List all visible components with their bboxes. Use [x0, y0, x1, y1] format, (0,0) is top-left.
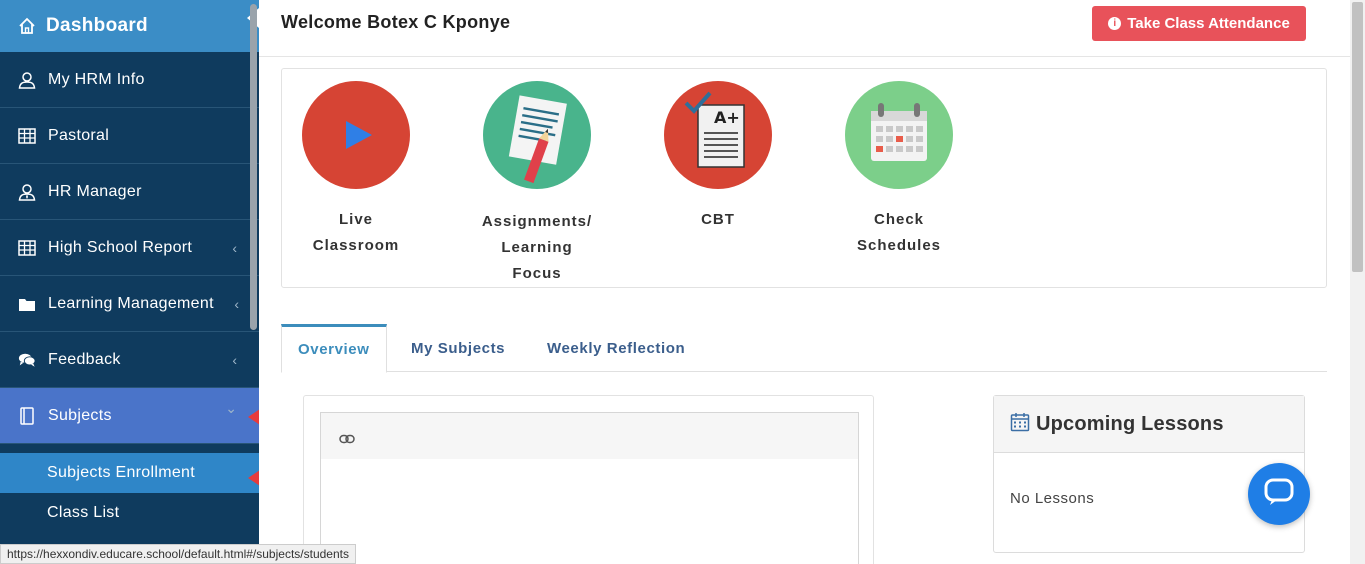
tab-overview[interactable]: Overview	[281, 324, 387, 373]
top-bar: Welcome Botex C Kponye i Take Class Atte…	[259, 0, 1350, 57]
folder-icon	[18, 295, 36, 313]
sidebar-item-label: Dashboard	[46, 15, 148, 36]
book-icon	[18, 406, 36, 425]
sidebar-item-dashboard[interactable]: Dashboard	[0, 0, 259, 52]
quick-link-label: Assignments/ Learning Focus	[467, 209, 607, 287]
main-content: Welcome Botex C Kponye i Take Class Atte…	[259, 0, 1350, 564]
sidebar-item-label: HR Manager	[48, 182, 142, 200]
chevron-left-icon: ‹	[232, 239, 237, 256]
link-icon[interactable]	[339, 431, 355, 449]
chevron-left-icon: ‹	[234, 295, 239, 312]
chat-button[interactable]	[1248, 463, 1310, 525]
status-bar-url: https://hexxondiv.educare.school/default…	[0, 544, 356, 564]
label-line: CBT	[701, 211, 735, 228]
calendar-icon	[1010, 412, 1030, 437]
sidebar-item-label: My HRM Info	[48, 70, 145, 88]
play-icon	[302, 81, 410, 189]
sidebar-item-label: High School Report	[48, 238, 193, 256]
tab-weekly-reflection[interactable]: Weekly Reflection	[531, 324, 701, 372]
label-line: Assignments/	[481, 213, 593, 230]
overview-panel	[303, 395, 874, 564]
label-line: Live	[338, 211, 373, 228]
table-icon	[18, 127, 36, 145]
sidebar-subitem-subjects-enrollment[interactable]: Subjects Enrollment	[0, 453, 259, 493]
chevron-left-icon: ‹	[232, 351, 237, 368]
sidebar-item-learning-management[interactable]: Learning Management ‹	[0, 276, 259, 332]
home-icon	[18, 17, 36, 35]
quick-link-cbt[interactable]: A+ CBT	[648, 81, 788, 233]
svg-text:A+: A+	[714, 108, 740, 127]
label-line: Check	[873, 211, 925, 228]
take-class-attendance-button[interactable]: i Take Class Attendance	[1092, 6, 1306, 41]
sidebar-item-my-hrm-info[interactable]: My HRM Info	[0, 52, 259, 108]
overview-inner-header	[321, 413, 858, 459]
chevron-down-icon: ⌄	[225, 400, 237, 416]
tab-bar: Overview My Subjects Weekly Reflection	[281, 324, 1327, 373]
quick-link-label: CBT	[648, 207, 788, 233]
sidebar: Dashboard My HRM Info Pastoral HR Manage…	[0, 0, 259, 564]
upcoming-lessons-title: Upcoming Lessons	[1036, 412, 1224, 435]
quick-link-live-classroom[interactable]: Live Classroom	[286, 81, 426, 259]
button-label: Take Class Attendance	[1127, 15, 1290, 32]
sidebar-item-label: Learning Management	[48, 294, 214, 312]
assignment-paper-icon	[483, 81, 591, 189]
tab-my-subjects[interactable]: My Subjects	[395, 324, 521, 372]
table-icon	[18, 239, 36, 257]
sidebar-item-feedback[interactable]: Feedback ‹	[0, 332, 259, 388]
label-line: Schedules	[856, 237, 942, 254]
sidebar-item-label: Pastoral	[48, 126, 110, 144]
sidebar-item-hr-manager[interactable]: HR Manager	[0, 164, 259, 220]
label-line: Focus	[512, 265, 562, 282]
overview-inner-box	[320, 412, 859, 564]
page-scrollbar[interactable]	[1350, 0, 1365, 564]
sidebar-scrollbar[interactable]	[250, 4, 257, 330]
label-line: Learning	[501, 239, 573, 256]
comments-icon	[18, 351, 36, 369]
chat-icon	[1264, 478, 1294, 511]
calendar-icon	[845, 81, 953, 189]
user-icon	[18, 71, 36, 89]
test-paper-icon: A+	[664, 81, 772, 189]
sidebar-item-high-school-report[interactable]: High School Report ‹	[0, 220, 259, 276]
scrollbar-thumb[interactable]	[1352, 2, 1363, 272]
sidebar-item-subjects[interactable]: Subjects ⌄	[0, 388, 259, 444]
upcoming-lessons-header: Upcoming Lessons	[994, 396, 1304, 453]
sidebar-item-label: Feedback	[48, 350, 121, 368]
label-line: Classroom	[312, 237, 400, 254]
quick-link-assignments[interactable]: Assignments/ Learning Focus	[467, 81, 607, 287]
quick-link-check-schedules[interactable]: Check Schedules	[829, 81, 969, 259]
sidebar-item-label: Subjects	[48, 406, 112, 424]
info-icon: i	[1108, 17, 1122, 30]
quick-link-label: Live Classroom	[286, 207, 426, 259]
sidebar-subitem-class-list[interactable]: Class List	[0, 493, 259, 533]
sidebar-item-pastoral[interactable]: Pastoral	[0, 108, 259, 164]
quick-link-label: Check Schedules	[829, 207, 969, 259]
user-tie-icon	[18, 183, 36, 201]
welcome-text: Welcome Botex C Kponye	[281, 12, 511, 32]
quick-links-panel: Live Classroom Assignments/ Learning Foc…	[281, 68, 1327, 288]
